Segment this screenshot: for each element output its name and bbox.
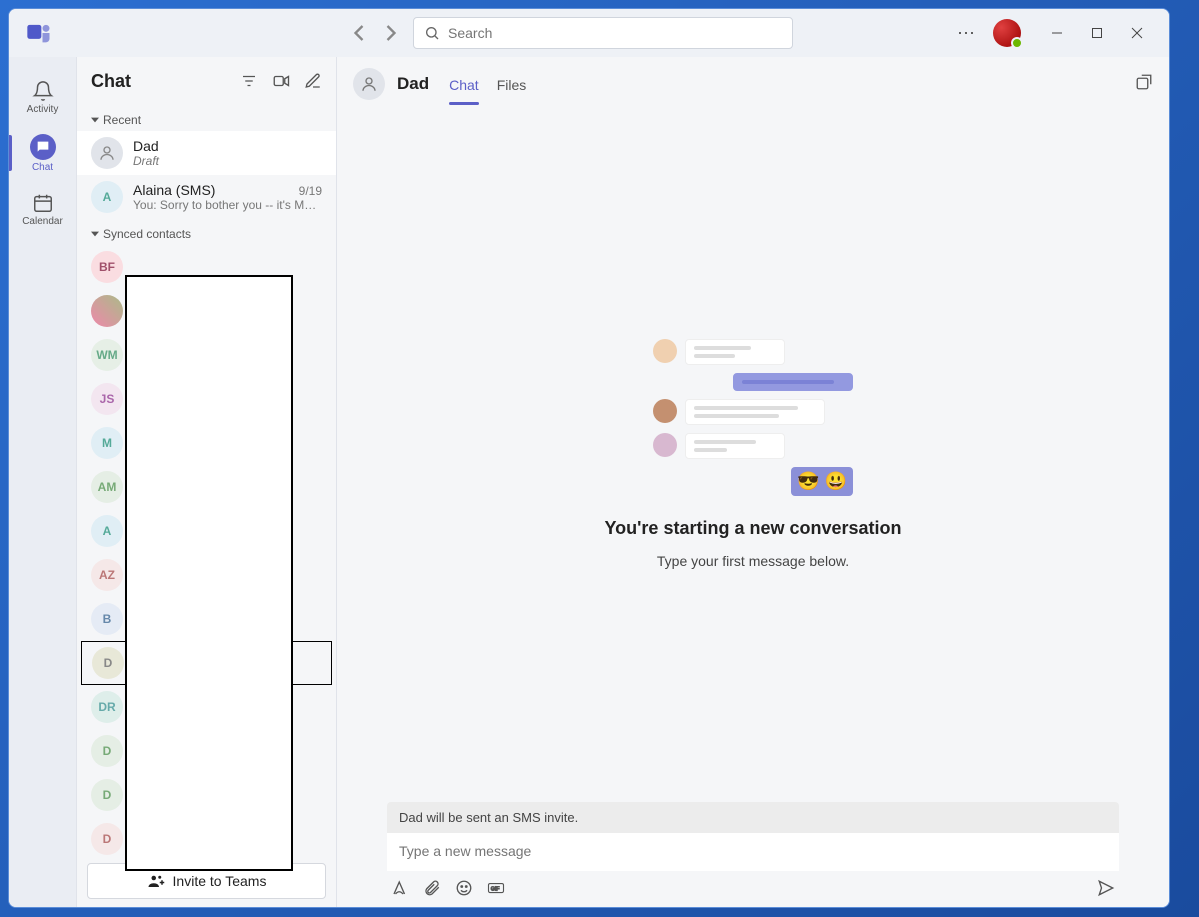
contact-item[interactable]: D <box>81 641 332 685</box>
contact-avatar: D <box>91 779 123 811</box>
chat-item-avatar <box>91 137 123 169</box>
rail-activity-label: Activity <box>27 104 59 115</box>
popout-icon <box>1135 73 1153 91</box>
contact-avatar: B <box>91 603 123 635</box>
contact-item[interactable]: DR <box>77 685 336 729</box>
contact-avatar: DR <box>91 691 123 723</box>
search-input[interactable] <box>448 25 782 41</box>
message-input[interactable] <box>399 843 1107 859</box>
new-chat-icon[interactable] <box>304 72 322 90</box>
user-avatar[interactable] <box>993 19 1021 47</box>
chat-item-time: 9/19 <box>299 184 322 198</box>
contact-avatar: A <box>91 515 123 547</box>
popout-button[interactable] <box>1135 73 1153 96</box>
conversation-header: Dad Chat Files <box>337 57 1169 111</box>
search-box[interactable] <box>413 17 793 49</box>
rail-calendar[interactable]: Calendar <box>9 181 76 237</box>
contact-avatar: JS <box>91 383 123 415</box>
chat-panel-title: Chat <box>91 71 240 92</box>
window-maximize-button[interactable] <box>1077 17 1117 49</box>
contact-avatar: WM <box>91 339 123 371</box>
contact-avatar: AM <box>91 471 123 503</box>
contact-avatar <box>91 295 123 327</box>
rail-calendar-label: Calendar <box>22 216 63 227</box>
window-close-button[interactable] <box>1117 17 1157 49</box>
emoji-icon[interactable] <box>455 879 473 897</box>
contact-item[interactable]: JS <box>77 377 336 421</box>
contact-item[interactable]: M <box>77 421 336 465</box>
teams-window: ⋯ Activity Chat Calendar <box>8 8 1170 908</box>
rail-activity[interactable]: Activity <box>9 69 76 125</box>
chat-list-panel: Chat Recent DadDraft A Alaina (SMS) 9/19You… <box>77 57 337 907</box>
conversation-empty-state: 😎 😃 You're starting a new conversation T… <box>337 111 1169 796</box>
rail-chat[interactable]: Chat <box>9 125 76 181</box>
contact-item[interactable]: WM <box>77 333 336 377</box>
chat-item-avatar: A <box>91 181 123 213</box>
section-recent-header[interactable]: Recent <box>77 105 336 131</box>
conversation-avatar <box>353 68 385 100</box>
contact-item[interactable]: B <box>77 597 336 641</box>
empty-illustration: 😎 😃 <box>653 339 853 504</box>
person-icon <box>360 75 378 93</box>
contact-avatar: AZ <box>91 559 123 591</box>
calendar-icon <box>32 192 54 214</box>
attach-icon[interactable] <box>423 879 441 897</box>
invite-label: Invite to Teams <box>173 873 267 889</box>
contact-avatar: D <box>91 735 123 767</box>
search-icon <box>424 25 440 41</box>
chevron-down-icon <box>91 230 99 238</box>
gif-icon[interactable]: GIF <box>487 879 505 897</box>
settings-more-icon[interactable]: ⋯ <box>957 23 977 44</box>
chat-item-preview: Draft <box>133 154 322 168</box>
contact-avatar: D <box>91 823 123 855</box>
tab-files[interactable]: Files <box>497 63 527 105</box>
contact-item[interactable]: BF <box>77 245 336 289</box>
contact-avatar: D <box>92 647 124 679</box>
chat-item[interactable]: A Alaina (SMS) 9/19You: Sorry to bother yo… <box>77 175 336 219</box>
conversation-pane: Dad Chat Files 😎 😃 You're starting a new… <box>337 57 1169 907</box>
contact-item[interactable]: AZ <box>77 553 336 597</box>
rail-chat-label: Chat <box>32 162 53 173</box>
chat-item[interactable]: DadDraft <box>77 131 336 175</box>
meet-now-icon[interactable] <box>272 72 290 90</box>
titlebar: ⋯ <box>9 9 1169 57</box>
presence-available-icon <box>1011 37 1023 49</box>
conversation-title: Dad <box>397 74 429 94</box>
chevron-down-icon <box>91 116 99 124</box>
sms-invite-notice: Dad will be sent an SMS invite. <box>387 802 1119 833</box>
contact-item[interactable]: D <box>77 817 336 855</box>
chat-icon <box>35 139 51 155</box>
section-synced-header[interactable]: Synced contacts <box>77 219 336 245</box>
chat-item-preview: You: Sorry to bother you -- it's Mar… <box>133 198 322 212</box>
chat-item-name: Alaina (SMS) <box>133 182 215 198</box>
filter-icon[interactable] <box>240 72 258 90</box>
contact-item[interactable]: D <box>77 773 336 817</box>
window-minimize-button[interactable] <box>1037 17 1077 49</box>
invite-to-teams-button[interactable]: Invite to Teams <box>87 863 326 899</box>
contact-item[interactable]: AM <box>77 465 336 509</box>
chat-item-name: Dad <box>133 138 159 154</box>
app-rail: Activity Chat Calendar <box>9 57 77 907</box>
tab-chat[interactable]: Chat <box>449 63 479 105</box>
empty-subtext: Type your first message below. <box>657 553 849 569</box>
svg-text:GIF: GIF <box>491 886 500 892</box>
contact-item[interactable]: D <box>77 729 336 773</box>
contact-item[interactable] <box>77 289 336 333</box>
send-button[interactable] <box>1097 879 1115 897</box>
nav-forward-button[interactable] <box>377 19 405 47</box>
format-icon[interactable] <box>391 879 409 897</box>
bell-icon <box>32 80 54 102</box>
contact-avatar: M <box>91 427 123 459</box>
teams-logo-icon <box>25 19 53 47</box>
invite-people-icon <box>147 872 165 890</box>
contact-item[interactable]: A <box>77 509 336 553</box>
empty-heading: You're starting a new conversation <box>604 518 901 539</box>
compose-area: Dad will be sent an SMS invite. GIF <box>337 796 1169 907</box>
contact-avatar: BF <box>91 251 123 283</box>
nav-back-button[interactable] <box>345 19 373 47</box>
